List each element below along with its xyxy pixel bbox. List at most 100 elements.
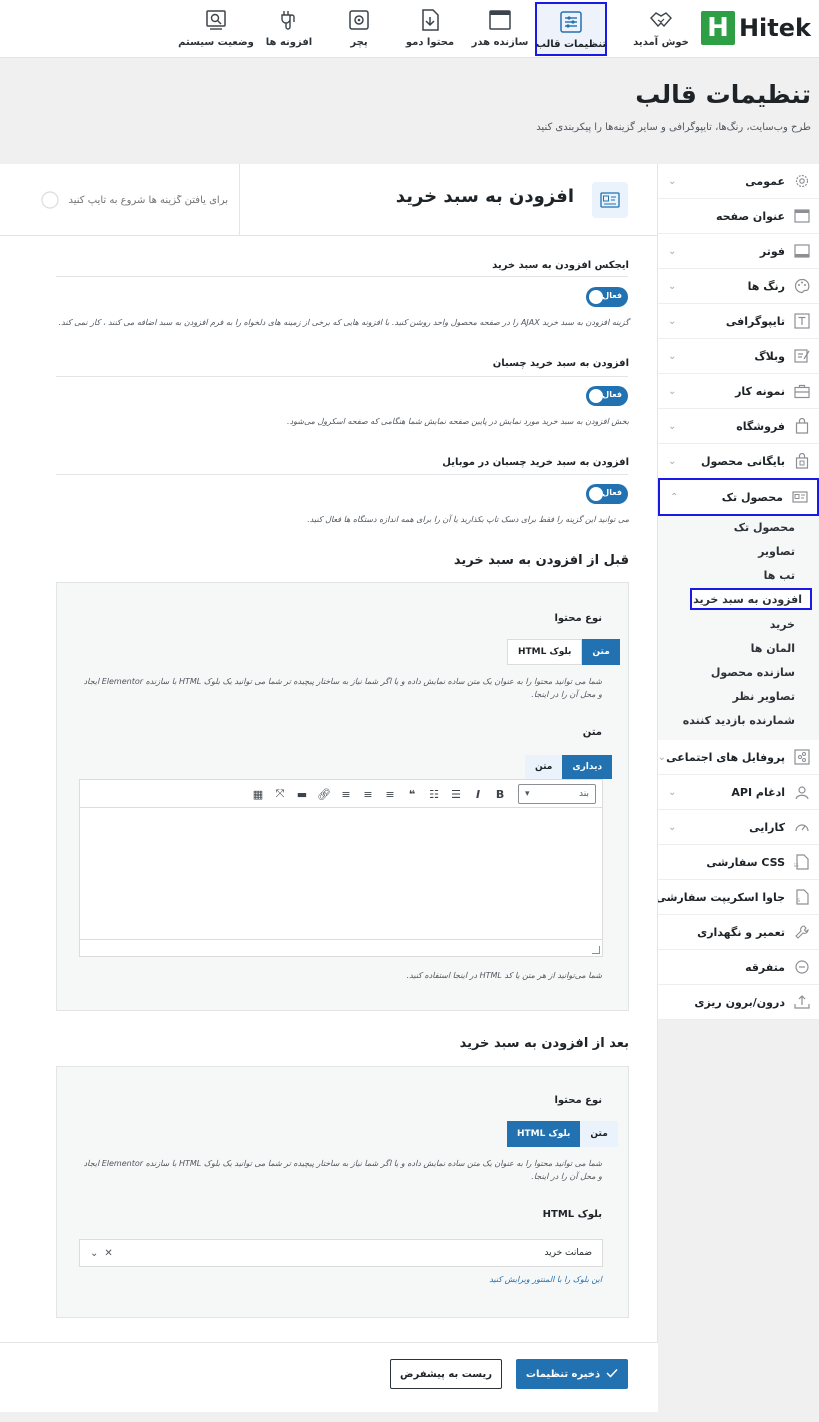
reset-defaults-button[interactable]: ریست به پیشفرض xyxy=(390,1359,502,1389)
nav-label: وضعیت سیستم xyxy=(178,37,254,48)
sidebar-item-custom-css[interactable]: CSS CSS سفارشی xyxy=(658,845,819,880)
bullet-list-icon[interactable]: ☰ xyxy=(446,785,466,803)
clear-icon[interactable]: ✕ xyxy=(104,1248,112,1259)
sidebar-item-typography[interactable]: تایپوگرافی ⌄ xyxy=(658,304,819,339)
chevron-down-icon: ⌄ xyxy=(668,350,677,362)
content-type-html-option[interactable]: بلوک HTML xyxy=(507,639,583,665)
content-type-label: نوع محتوا xyxy=(554,613,602,624)
sidebar-item-portfolio[interactable]: نمونه کار ⌄ xyxy=(658,374,819,409)
nav-label: افزونه ها xyxy=(265,37,313,48)
sidebar-item-label: تعمیر و نگهداری xyxy=(697,925,785,939)
submenu-item-single-product[interactable]: محصول تک xyxy=(658,517,819,539)
sidebar-item-colors[interactable]: رنگ ها ⌄ xyxy=(658,269,819,304)
top-bar: H Hitek خوش آمدید تنظیمات قالب سازنده هد… xyxy=(0,0,819,58)
wrench-icon xyxy=(793,923,811,941)
submenu-item-product-builder[interactable]: سازنده محصول xyxy=(658,662,819,684)
save-settings-button[interactable]: ذخیره تنظیمات xyxy=(516,1359,628,1389)
css-file-icon: CSS xyxy=(793,853,811,871)
toggle-sticky-add-to-cart[interactable]: فعال xyxy=(586,386,628,406)
blockquote-icon[interactable]: ❝ xyxy=(402,785,422,803)
chevron-down-icon: ⌄ xyxy=(668,385,677,397)
fullscreen-icon[interactable]: ⤧ xyxy=(270,785,290,803)
sidebar-item-maintenance[interactable]: تعمیر و نگهداری xyxy=(658,915,819,950)
submenu-item-add-to-cart[interactable]: افزودن به سبد خرید xyxy=(690,588,812,610)
align-left-icon[interactable]: ≡ xyxy=(380,785,400,803)
caret-down-icon: ▾ xyxy=(525,789,530,799)
edit-with-elementor-link[interactable]: این بلوک را با المنتور ویرایش کنید xyxy=(489,1275,602,1284)
option-search xyxy=(40,186,228,214)
speedometer-icon xyxy=(793,818,811,836)
sidebar-item-custom-js[interactable]: JS جاوا اسکریپت سفارشی xyxy=(655,880,819,915)
panel-title: افزودن به سبد خرید xyxy=(395,186,574,207)
options-panel: افزودن به سبد خرید ایجکس افزودن به سبد خ… xyxy=(0,164,658,1412)
sidebar-item-product-archive[interactable]: بایگانی محصول ⌄ xyxy=(658,444,819,479)
toggle-label: فعال xyxy=(602,291,622,300)
section-title-after-add-to-cart: بعد از افزودن به سبد خرید xyxy=(459,1036,629,1051)
chevron-down-icon[interactable]: ⌄ xyxy=(90,1248,98,1259)
text-hint: شما می‌توانید از هر متن یا کد HTML در ای… xyxy=(406,971,602,980)
link-icon[interactable]: 🔗︎ xyxy=(314,785,334,803)
submenu-item-buy[interactable]: خرید xyxy=(658,614,819,636)
sidebar-item-page-title[interactable]: عنوان صفحه xyxy=(658,199,819,234)
option-label-sticky-add-to-cart-mobile: افزودن به سبد خرید چسبان در موبایل xyxy=(442,457,629,468)
submenu-item-images[interactable]: تصاویر xyxy=(658,541,819,563)
window-icon xyxy=(488,8,512,32)
sidebar-item-label: فروشگاه xyxy=(736,419,785,433)
submenu-item-tabs[interactable]: تب ها xyxy=(658,565,819,587)
nav-patcher[interactable]: پچر xyxy=(324,2,394,56)
chevron-down-icon: ⌄ xyxy=(668,455,677,467)
sidebar-item-blog[interactable]: وبلاگ ⌄ xyxy=(658,339,819,374)
nav-label: خوش آمدید xyxy=(633,37,689,48)
nav-system-status[interactable]: وضعیت سیستم xyxy=(178,2,254,56)
align-center-icon[interactable]: ≡ xyxy=(358,785,378,803)
sidebar-item-misc[interactable]: متفرقه xyxy=(658,950,819,985)
bold-icon[interactable]: B xyxy=(490,785,510,803)
shopping-bag-icon xyxy=(793,417,811,435)
sidebar-item-api[interactable]: ادغام API ⌄ xyxy=(658,775,819,810)
page-subtitle: طرح وب‌سایت، رنگ‌ها، تایپوگرافی و سایر گ… xyxy=(536,122,811,133)
sidebar-item-label: CSS سفارشی xyxy=(706,855,785,869)
content-type-text-option[interactable]: متن xyxy=(580,1121,618,1147)
submenu-item-elements[interactable]: المان ها xyxy=(658,638,819,660)
content-type-description: شما می توانید محتوا را به عنوان یک متن س… xyxy=(83,1159,602,1181)
nav-plugins[interactable]: افزونه ها xyxy=(254,2,324,56)
option-description: می توانید این گزینه را فقط برای دسک تاپ … xyxy=(307,515,629,524)
align-right-icon[interactable]: ≡ xyxy=(336,785,356,803)
toggle-ajax-add-to-cart[interactable]: فعال xyxy=(586,287,628,307)
toggle-knob xyxy=(589,487,603,501)
numbered-list-icon[interactable]: ☷ xyxy=(424,785,444,803)
divider xyxy=(56,276,628,277)
divider xyxy=(56,474,628,475)
hitek-logo[interactable]: H Hitek xyxy=(700,10,811,46)
editor-content-area[interactable] xyxy=(80,808,602,940)
sidebar-item-footer[interactable]: فوتر ⌄ xyxy=(658,234,819,269)
submenu-item-review-images[interactable]: تصاویر نظر xyxy=(658,686,819,708)
nav-welcome[interactable]: خوش آمدید xyxy=(626,2,696,56)
nav-label: محتوا دمو xyxy=(405,37,455,48)
toggle-knob xyxy=(589,290,603,304)
sidebar-item-import-export[interactable]: درون/برون ریزی xyxy=(658,985,819,1020)
tab-visual[interactable]: دیداری xyxy=(562,755,613,779)
read-more-icon[interactable]: ▬ xyxy=(292,785,312,803)
paragraph-format-select[interactable]: بند ▾ xyxy=(518,784,596,804)
toggle-sticky-add-to-cart-mobile[interactable]: فعال xyxy=(586,484,628,504)
toolbar-toggle-icon[interactable]: ▦ xyxy=(248,785,268,803)
content-type-label: نوع محتوا xyxy=(554,1095,602,1106)
submenu-item-visitor-counter[interactable]: شمارنده بازدید کننده xyxy=(658,710,819,732)
resize-handle-icon[interactable] xyxy=(592,946,600,954)
sidebar-item-single-product[interactable]: محصول تک ⌃ xyxy=(658,478,819,516)
nav-header-builder[interactable]: سازنده هدر xyxy=(465,2,535,56)
nav-theme-settings[interactable]: تنظیمات قالب xyxy=(535,2,607,56)
sidebar-item-performance[interactable]: کارایی ⌄ xyxy=(658,810,819,845)
tab-text[interactable]: متن xyxy=(525,755,563,779)
sidebar-item-social-profiles[interactable]: پروفایل های اجتماعی ⌄ xyxy=(658,740,819,775)
sidebar-item-shop[interactable]: فروشگاه ⌄ xyxy=(658,409,819,444)
html-block-select[interactable]: ضمانت خرید ✕ ⌄ xyxy=(79,1239,603,1267)
sidebar-item-general[interactable]: عمومی ⌄ xyxy=(658,164,819,199)
content-type-text-option[interactable]: متن xyxy=(582,639,620,665)
gear-icon xyxy=(793,172,811,190)
search-input[interactable] xyxy=(68,194,228,206)
nav-demo-content[interactable]: محتوا دمو xyxy=(395,2,465,56)
italic-icon[interactable]: I xyxy=(468,785,488,803)
content-type-html-option[interactable]: بلوک HTML xyxy=(507,1121,581,1147)
